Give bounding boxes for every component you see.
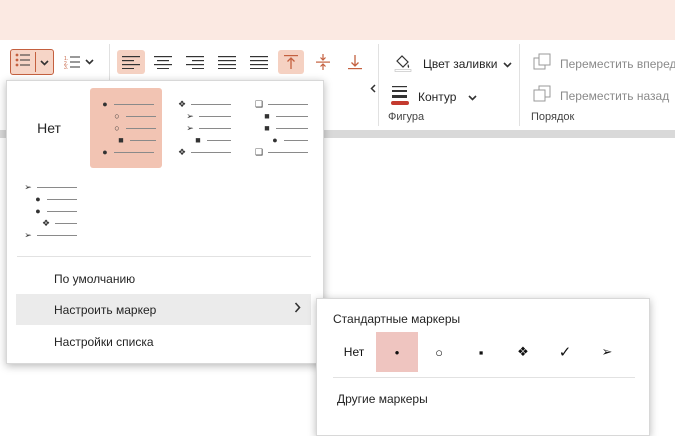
fill-color-button[interactable]: Цвет заливки <box>393 52 513 75</box>
bullets-split-button[interactable] <box>10 49 54 75</box>
justify-icon <box>218 55 236 69</box>
other-markers-item[interactable]: Другие маркеры <box>337 392 428 406</box>
bullet-library-dropdown: Нет ● ○ ○ ■ ● ❖ ➢ ➢ ■ ❖ ❑ ■ ■ ● ❑ ➢ ● ● … <box>6 80 324 364</box>
menu-item-default[interactable]: По умолчанию <box>16 263 311 294</box>
marker-none[interactable]: Нет <box>333 332 375 372</box>
align-middle-button[interactable] <box>310 50 336 74</box>
square-marker-icon: ▪ <box>478 344 484 360</box>
paint-bucket-icon <box>393 52 413 75</box>
menu-item-default-label: По умолчанию <box>54 271 136 286</box>
bring-forward-icon <box>533 53 551 74</box>
arrow-marker-icon: ➢ <box>601 344 613 359</box>
marker-bullet[interactable]: • <box>376 332 418 372</box>
menu-separator <box>17 256 311 257</box>
bullet-style-none-label: Нет <box>37 120 61 136</box>
hollow-circle-marker-icon: ○ <box>435 344 443 360</box>
marker-square[interactable]: ▪ <box>460 332 502 372</box>
outline-icon <box>390 84 410 109</box>
outline-label: Контур <box>418 89 457 104</box>
group-label-arrange: Порядок <box>531 111 575 123</box>
bullet-list-icon <box>15 53 31 72</box>
bullet-style-none[interactable]: Нет <box>13 88 85 168</box>
send-backward-label: Переместить назад <box>560 88 670 103</box>
bullets-dropdown-button[interactable] <box>36 50 53 74</box>
distribute-button[interactable] <box>245 50 273 74</box>
marker-checkmark[interactable]: ✓ <box>544 332 586 372</box>
standard-markers-submenu: Стандартные маркеры Нет • ○ ▪ ❖ ✓ ➢ Друг… <box>316 298 650 436</box>
send-backward-button[interactable]: Переместить назад <box>533 85 669 106</box>
menu-item-list-settings-label: Настройки списка <box>54 334 154 349</box>
checkmark-marker-icon: ✓ <box>558 344 572 361</box>
numbering-button[interactable]: 1. 2. 3. <box>58 50 100 74</box>
standard-markers-title: Стандартные маркеры <box>333 312 461 326</box>
outline-button[interactable]: Контур <box>390 84 478 109</box>
align-right-icon <box>186 55 204 69</box>
align-center-icon <box>154 55 172 69</box>
bring-forward-button[interactable]: Переместить вперед <box>533 53 675 74</box>
marker-hollow-circle[interactable]: ○ <box>418 332 460 372</box>
bullet-marker-icon: • <box>394 344 400 360</box>
bring-forward-label: Переместить вперед <box>560 56 675 71</box>
marker-arrow[interactable]: ➢ <box>586 332 628 372</box>
ribbon-separator <box>378 44 379 126</box>
submenu-separator <box>333 377 635 378</box>
title-bar <box>0 0 675 40</box>
distribute-icon <box>250 55 268 69</box>
menu-item-customize-marker[interactable]: Настроить маркер <box>16 294 311 325</box>
align-bottom-button[interactable] <box>342 50 368 74</box>
chevron-left-icon[interactable] <box>370 80 376 98</box>
send-backward-icon <box>533 85 551 106</box>
align-left-button[interactable] <box>117 50 145 74</box>
align-middle-icon <box>315 54 331 70</box>
chevron-down-icon <box>503 57 513 71</box>
chevron-down-icon <box>40 53 49 71</box>
bullet-style-squares[interactable]: ❑ ■ ■ ● ❑ <box>244 88 316 168</box>
align-right-button[interactable] <box>181 50 209 74</box>
bullet-style-circles[interactable]: ● ○ ○ ■ ● <box>90 88 162 168</box>
align-left-icon <box>122 55 140 69</box>
menu-item-list-settings[interactable]: Настройки списка <box>16 326 311 357</box>
marker-diamond[interactable]: ❖ <box>502 332 544 372</box>
fill-color-label: Цвет заливки <box>423 56 498 71</box>
bullet-style-arrows[interactable]: ➢ ● ● ❖ ➢ <box>13 173 85 253</box>
align-top-button[interactable] <box>278 50 304 74</box>
chevron-down-icon <box>468 90 478 104</box>
menu-item-customize-marker-label: Настроить маркер <box>54 302 157 317</box>
marker-none-label: Нет <box>343 345 365 359</box>
align-center-button[interactable] <box>149 50 177 74</box>
diamond-marker-icon: ❖ <box>517 344 529 359</box>
align-bottom-icon <box>347 54 363 70</box>
justify-button[interactable] <box>213 50 241 74</box>
align-top-icon <box>283 54 299 70</box>
group-label-shape: Фигура <box>388 111 425 123</box>
numbered-list-icon: 1. 2. 3. <box>64 55 94 69</box>
svg-text:3.: 3. <box>64 65 68 69</box>
ribbon-separator <box>519 44 520 126</box>
bullet-style-diamonds[interactable]: ❖ ➢ ➢ ■ ❖ <box>167 88 239 168</box>
chevron-right-icon <box>294 302 301 316</box>
bullets-button[interactable] <box>11 50 35 74</box>
